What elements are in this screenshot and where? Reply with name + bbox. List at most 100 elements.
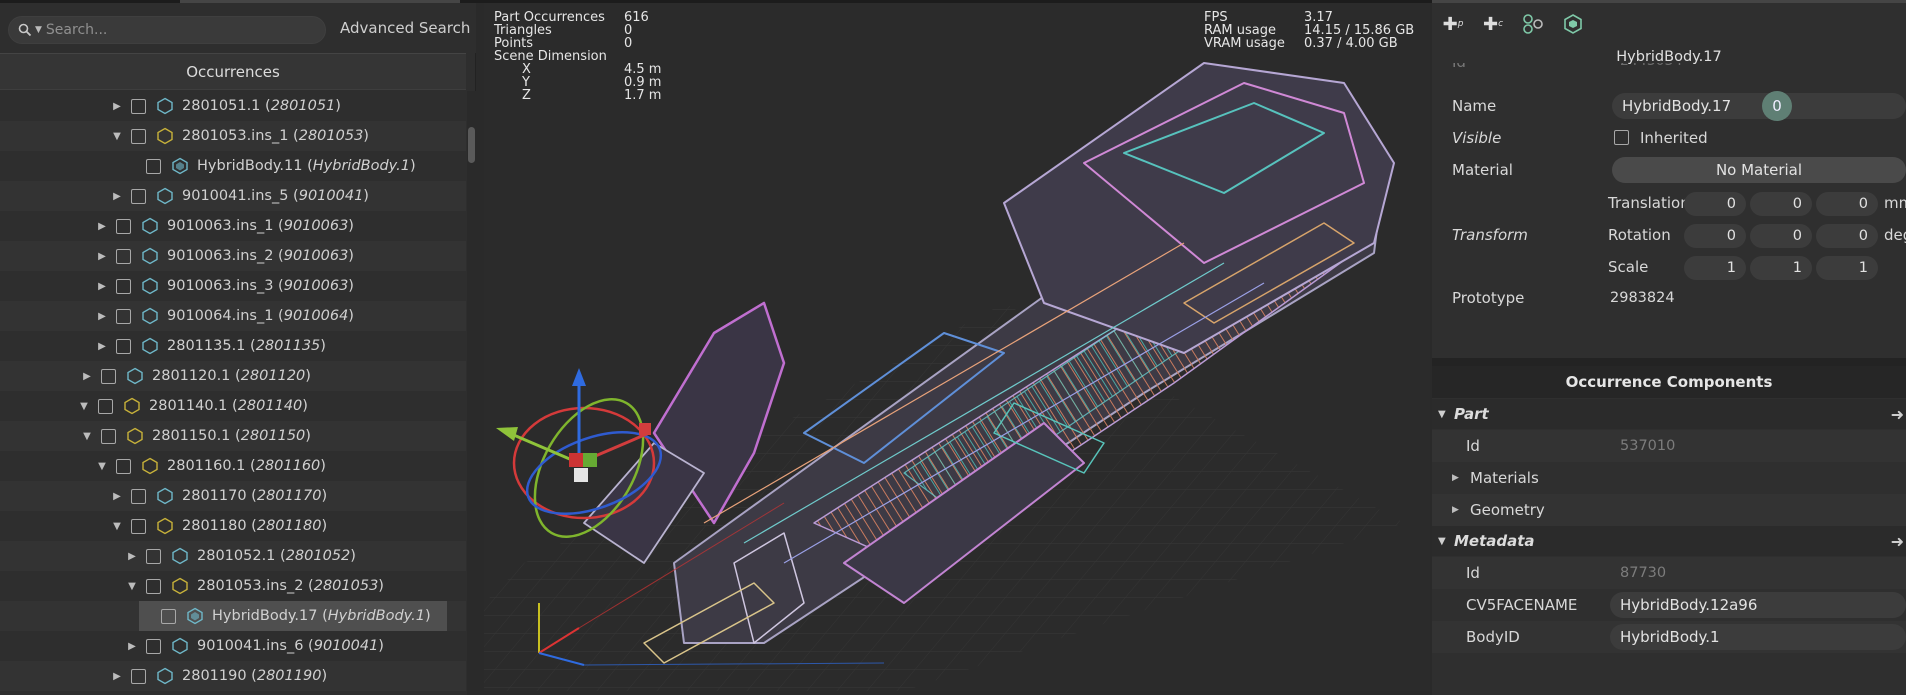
expand-arrow-icon[interactable]: ▶ (109, 191, 125, 202)
visibility-checkbox[interactable] (131, 188, 146, 204)
tree-scrollbar[interactable] (467, 91, 476, 695)
expand-arrow-icon[interactable]: ▶ (94, 281, 110, 292)
tree-row-content[interactable]: ▼ 2801180 (2801180) (109, 511, 343, 541)
tree-row[interactable]: ▼ 2801053.ins_1 (2801053) (0, 121, 466, 151)
translation-z-field[interactable]: 0 (1816, 192, 1878, 216)
expand-arrow-icon[interactable]: ▶ (94, 311, 110, 322)
search-box[interactable]: ▼ (8, 16, 326, 44)
visibility-checkbox[interactable] (131, 518, 146, 534)
expand-arrow-icon[interactable]: ▶ (109, 101, 125, 112)
expand-arrow-icon[interactable]: ▶ (94, 251, 110, 262)
visibility-checkbox[interactable] (116, 458, 131, 474)
visibility-checkbox[interactable] (146, 548, 161, 564)
tree-row-content[interactable]: ▼ 2801053.ins_2 (2801053) (124, 571, 400, 601)
tree-row[interactable]: ▶ 9010064.ins_1 (9010064) (0, 301, 466, 331)
chevron-down-icon[interactable]: ▼ (1438, 409, 1446, 420)
tree-row-content[interactable]: ▼ 2801150.1 (2801150) (79, 421, 327, 451)
rotation-z-field[interactable]: 0 (1816, 224, 1878, 248)
scale-y-field[interactable]: 1 (1750, 256, 1812, 280)
tree-scrollbar-thumb[interactable] (468, 127, 475, 163)
collapse-arrow-icon[interactable]: ▼ (109, 521, 125, 532)
collapse-arrow-icon[interactable]: ▼ (109, 131, 125, 142)
expand-arrow-icon[interactable]: ▶ (79, 371, 95, 382)
materials-row[interactable]: ▶ Materials (1432, 462, 1906, 494)
expand-arrow-icon[interactable]: ▶ (124, 641, 140, 652)
visibility-checkbox[interactable] (116, 308, 131, 324)
visibility-checkbox[interactable] (116, 248, 131, 264)
tree-row[interactable]: ▼ 2801150.1 (2801150) (0, 421, 466, 451)
tree-row-content[interactable]: HybridBody.17 (HybridBody.1) (139, 601, 447, 631)
visibility-checkbox[interactable] (131, 98, 146, 114)
tree-row[interactable]: ▼ 2801053.ins_2 (2801053) (0, 571, 466, 601)
tree-row[interactable]: ▶ 9010041.ins_6 (9010041) (0, 631, 466, 661)
tree-row-content[interactable]: ▼ 2801140.1 (2801140) (76, 391, 324, 421)
visibility-checkbox[interactable] (116, 338, 131, 354)
chevron-right-icon[interactable]: ▶ (1452, 473, 1459, 483)
tree-row-content[interactable]: ▶ 9010063.ins_3 (9010063) (94, 271, 370, 301)
visibility-checkbox[interactable] (101, 428, 116, 444)
search-icon[interactable] (15, 20, 35, 40)
visibility-checkbox[interactable] (146, 638, 161, 654)
tree-row[interactable]: ▶ 2801190 (2801190) (0, 661, 466, 691)
expand-arrow-icon[interactable]: ▶ (94, 341, 110, 352)
tree-row-content[interactable]: HybridBody.11 (HybridBody.1) (124, 151, 432, 181)
collapse-arrow-icon[interactable]: ▼ (94, 461, 110, 472)
expand-arrow-icon[interactable]: ▶ (124, 551, 140, 562)
collapse-arrow-icon[interactable]: ▼ (76, 401, 92, 412)
collapse-arrow-icon[interactable]: ▼ (79, 431, 95, 442)
part-section-header[interactable]: ▼ Part ➜ (1432, 399, 1906, 429)
search-input[interactable] (45, 22, 306, 38)
tree-row[interactable]: ▶ 9010063.ins_2 (9010063) (0, 241, 466, 271)
tree-row[interactable]: ▶ 9010041.ins_5 (9010041) (0, 181, 466, 211)
tree-row-content[interactable]: ▶ 9010041.ins_6 (9010041) (124, 631, 400, 661)
tree-row[interactable]: ▼ 2801160.1 (2801160) (0, 451, 466, 481)
car-body-model[interactable] (484, 3, 1430, 691)
tree-row-content[interactable]: ▶ 2801052.1 (2801052) (124, 541, 372, 571)
visibility-checkbox[interactable] (101, 368, 116, 384)
visible-checkbox[interactable] (1614, 130, 1629, 145)
count-badge[interactable]: 0 (1762, 91, 1792, 121)
tree-row-content[interactable]: ▶ 2801190 (2801190) (109, 661, 343, 691)
add-part-icon[interactable]: ✚ p (1440, 11, 1466, 37)
chevron-right-icon[interactable]: ▶ (1452, 505, 1459, 515)
tree-row-content[interactable]: ▶ 2801170 (2801170) (109, 481, 343, 511)
cv5facename-field[interactable]: HybridBody.12a96 (1610, 592, 1906, 618)
add-component-icon[interactable]: ✚ c (1480, 11, 1506, 37)
tree-row-content[interactable]: ▶ 2801051.1 (2801051) (109, 91, 357, 121)
tree-row[interactable]: ▶ 9010063.ins_1 (9010063) (0, 211, 466, 241)
bodyid-field[interactable]: HybridBody.1 (1610, 624, 1906, 650)
visibility-checkbox[interactable] (98, 398, 113, 414)
rotation-y-field[interactable]: 0 (1750, 224, 1812, 248)
advanced-search-link[interactable]: Advanced Search (340, 19, 470, 37)
expand-arrow-icon[interactable]: ▶ (109, 671, 125, 682)
material-selector[interactable]: No Material (1612, 157, 1906, 183)
tree-row-content[interactable]: ▼ 2801053.ins_1 (2801053) (109, 121, 385, 151)
tree-row-content[interactable]: ▶ 2801135.1 (2801135) (94, 331, 342, 361)
tree-row-content[interactable]: ▶ 9010063.ins_2 (9010063) (94, 241, 370, 271)
collapse-arrow-icon[interactable]: ▼ (124, 581, 140, 592)
tree-row[interactable]: HybridBody.11 (HybridBody.1) (0, 151, 466, 181)
expand-arrow-icon[interactable]: ▶ (94, 221, 110, 232)
visibility-checkbox[interactable] (131, 488, 146, 504)
tree-row[interactable]: HybridBody.17 (HybridBody.1) (0, 601, 466, 631)
tree-row-content[interactable]: ▶ 9010064.ins_1 (9010064) (94, 301, 370, 331)
visibility-checkbox[interactable] (146, 578, 161, 594)
visibility-checkbox[interactable] (161, 608, 176, 624)
tree-row[interactable]: ▼ 2801180 (2801180) (0, 511, 466, 541)
name-field[interactable]: HybridBody.17 (1612, 93, 1906, 119)
tree-row-content[interactable]: ▶ 9010063.ins_1 (9010063) (94, 211, 370, 241)
arrow-right-icon[interactable]: ➜ (1891, 405, 1904, 424)
visibility-checkbox[interactable] (131, 128, 146, 144)
component-icon[interactable] (1560, 11, 1586, 37)
translation-x-field[interactable]: 0 (1684, 192, 1746, 216)
tree-row[interactable]: ▶ 2801051.1 (2801051) (0, 91, 466, 121)
tree-row-content[interactable]: ▶ 2801120.1 (2801120) (79, 361, 327, 391)
search-options-caret-icon[interactable]: ▼ (35, 25, 42, 35)
visibility-checkbox[interactable] (131, 668, 146, 684)
tree-row-content[interactable]: ▼ 2801160.1 (2801160) (94, 451, 342, 481)
rotation-x-field[interactable]: 0 (1684, 224, 1746, 248)
hierarchy-icon[interactable] (1520, 11, 1546, 37)
tree-row[interactable]: ▶ 2801170 (2801170) (0, 481, 466, 511)
visibility-checkbox[interactable] (116, 218, 131, 234)
arrow-right-icon[interactable]: ➜ (1891, 532, 1904, 551)
